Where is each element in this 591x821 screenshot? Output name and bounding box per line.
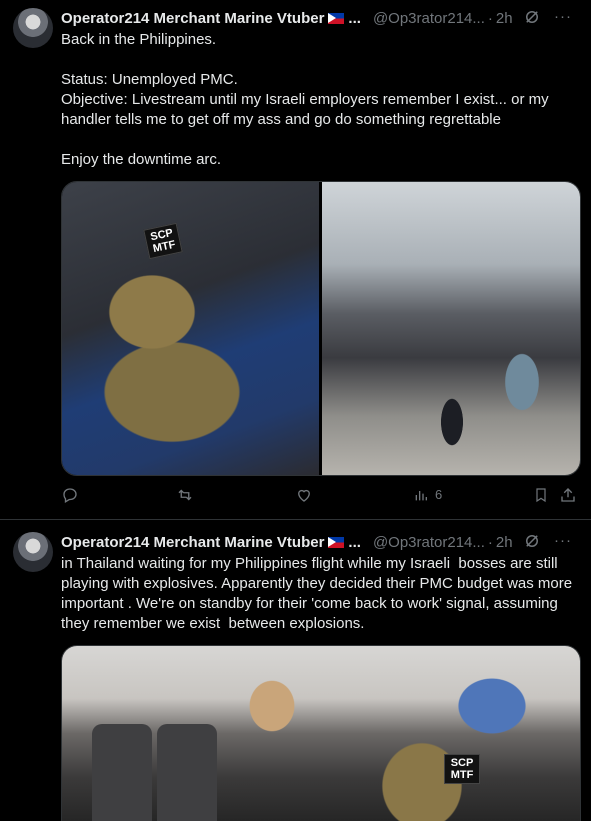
author-handle[interactable]: @Op3rator214... — [373, 534, 485, 551]
share-icon — [561, 488, 575, 502]
views-button[interactable]: 6 — [413, 485, 442, 505]
more-options-icon[interactable]: ··· — [553, 532, 573, 552]
heart-icon — [298, 489, 310, 502]
tweet-text: Back in the Philippines. Status: Unemplo… — [61, 31, 549, 168]
patch-top-text: SCP — [450, 757, 474, 769]
views-icon — [415, 491, 427, 501]
tweet-text: in Thailand waiting for my Philippines f… — [61, 555, 577, 632]
name-truncation: ... — [348, 533, 361, 551]
bookmark-button[interactable] — [533, 485, 549, 505]
author-handle[interactable]: @Op3rator214... — [373, 10, 485, 27]
airport-terminal-photo[interactable] — [322, 182, 580, 475]
backpack-on-suitcase-photo[interactable]: SCP MTF — [62, 182, 319, 475]
tweet-actions: 6 — [61, 485, 579, 505]
separator-dot: · — [487, 9, 493, 27]
airport-waiting-area-photo[interactable]: SCP MTF — [62, 646, 580, 821]
scp-mtf-patch: SCP MTF — [143, 222, 183, 260]
patch-bottom-text: MTF — [450, 769, 474, 781]
repost-icon — [178, 489, 192, 501]
tweet-header: Operator214 Merchant Marine Vtuber ... @… — [61, 8, 581, 28]
separator-dot: · — [487, 533, 493, 551]
grok-icon[interactable] — [522, 532, 542, 552]
reply-button[interactable] — [61, 485, 79, 505]
philippines-flag-icon — [328, 12, 345, 24]
name-truncation: ... — [348, 9, 361, 27]
repost-button[interactable] — [175, 485, 195, 505]
share-button[interactable] — [559, 485, 577, 505]
timestamp[interactable]: 2h — [496, 534, 513, 551]
grok-icon[interactable] — [522, 8, 542, 28]
tweet-header: Operator214 Merchant Marine Vtuber ... @… — [61, 532, 581, 552]
avatar[interactable] — [13, 8, 53, 48]
more-options-icon[interactable]: ··· — [553, 8, 573, 28]
timestamp[interactable]: 2h — [496, 10, 513, 27]
tweet-media[interactable]: SCP MTF — [61, 645, 581, 821]
seat — [92, 724, 152, 821]
seat — [157, 724, 217, 821]
tweet-media[interactable]: SCP MTF — [61, 181, 581, 476]
author-name[interactable]: Operator214 Merchant Marine Vtuber — [61, 10, 324, 27]
like-button[interactable] — [295, 485, 313, 505]
bookmark-icon — [536, 488, 546, 503]
views-count: 6 — [435, 487, 443, 502]
author-name[interactable]: Operator214 Merchant Marine Vtuber — [61, 534, 324, 551]
avatar[interactable] — [13, 532, 53, 572]
scp-mtf-patch: SCP MTF — [444, 754, 480, 784]
reply-icon — [63, 488, 77, 503]
philippines-flag-icon — [328, 536, 345, 548]
